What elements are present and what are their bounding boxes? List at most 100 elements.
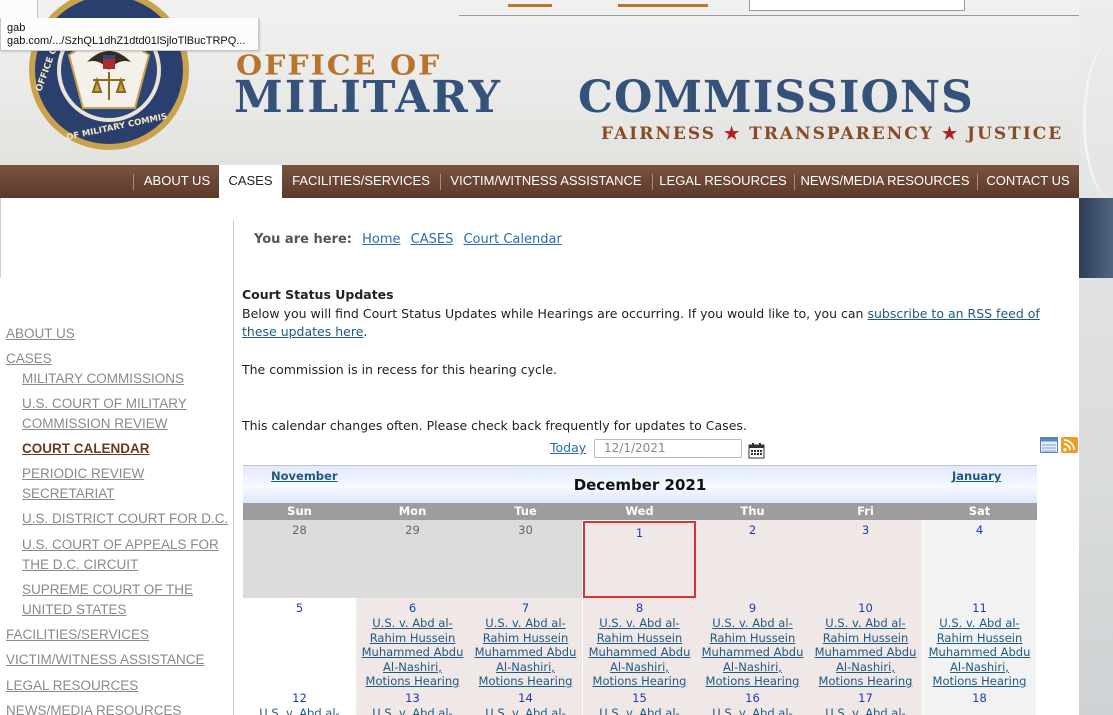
nav-separator — [440, 174, 441, 190]
day-number: 1 — [635, 526, 644, 540]
star-icon: ★ — [723, 124, 742, 144]
calendar-day[interactable]: 6 U.S. v. Abd al-Rahim Hussein Muhammed A… — [356, 598, 469, 688]
sidebar-item-news-media[interactable]: NEWS/MEDIA RESOURCES — [6, 701, 182, 715]
date-picker-input[interactable]: 12/1/2021 — [594, 439, 742, 458]
hearing-event-link[interactable]: U.S. v. Abd al- — [696, 706, 809, 715]
calendar-day[interactable]: 15 U.S. v. Abd al- — [583, 688, 696, 715]
sidebar-item-about-us[interactable]: ABOUT US — [6, 324, 75, 344]
breadcrumb: You are here: Home CASES Court Calendar — [254, 232, 562, 247]
sidebar-item-uscmcr[interactable]: U.S. COURT OF MILITARY — [22, 394, 187, 414]
day-number: 2 — [748, 523, 757, 537]
hearing-event-link[interactable]: U.S. v. Abd al-Rahim Hussein Muhammed Ab… — [809, 616, 922, 689]
hearing-event-link[interactable]: U.S. v. Abd al-Rahim Hussein Muhammed Ab… — [469, 616, 582, 689]
nav-legal-resources[interactable]: LEGAL RESOURCES — [654, 165, 792, 198]
sidebar-item-court-of-appeals[interactable]: U.S. COURT OF APPEALS FOR — [22, 535, 219, 555]
nav-separator — [133, 174, 134, 190]
nav-about-us[interactable]: ABOUT US — [137, 165, 217, 198]
nav-facilities-services[interactable]: FACILITIES/SERVICES — [284, 165, 438, 198]
calendar-day[interactable]: 16 U.S. v. Abd al- — [696, 688, 809, 715]
calendar-day[interactable]: 7 U.S. v. Abd al-Rahim Hussein Muhammed A… — [469, 598, 582, 688]
sidebar-item-court-calendar[interactable]: COURT CALENDAR — [22, 439, 150, 459]
calendar-day[interactable]: 28 — [243, 520, 356, 598]
top-utility-link[interactable] — [618, 4, 708, 7]
tooltip-notch — [0, 0, 38, 18]
hearing-event-link[interactable]: U.S. v. Abd al- — [356, 706, 469, 715]
sidebar-item-supreme-court[interactable]: UNITED STATES — [22, 600, 127, 620]
calendar-day[interactable]: 11 U.S. v. Abd al-Rahim Hussein Muhammed … — [923, 598, 1036, 688]
calendar-day[interactable]: 17 U.S. v. Abd al- — [809, 688, 922, 715]
calendar-day[interactable]: 18 — [923, 688, 1036, 715]
weekday-label: Sun — [287, 504, 312, 518]
weekday-label: Wed — [625, 504, 654, 518]
breadcrumb-home[interactable]: Home — [362, 232, 400, 247]
header-military: MILITARY — [234, 72, 502, 123]
weekday-label: Tue — [514, 504, 537, 518]
calendar-day[interactable]: 2 — [696, 520, 809, 598]
sidebar-item-cases[interactable]: CASES — [6, 349, 52, 369]
calendar-day[interactable]: 8 U.S. v. Abd al-Rahim Hussein Muhammed A… — [583, 598, 696, 688]
today-button[interactable]: Today — [550, 440, 586, 455]
search-input[interactable] — [749, 0, 965, 11]
nav-cases[interactable]: CASES — [219, 165, 282, 198]
sidebar-edge — [0, 198, 1, 278]
breadcrumb-cases[interactable]: CASES — [411, 232, 454, 247]
sidebar-divider — [233, 220, 234, 715]
sidebar-item-victim-witness[interactable]: VICTIM/WITNESS ASSISTANCE — [6, 650, 205, 670]
day-number: 5 — [295, 601, 304, 615]
hearing-event-link[interactable]: U.S. v. Abd al-Rahim Hussein Muhammed Ab… — [356, 616, 469, 689]
sidebar-item-supreme-court[interactable]: SUPREME COURT OF THE — [22, 580, 193, 600]
calendar-day[interactable]: 10 U.S. v. Abd al-Rahim Hussein Muhammed … — [809, 598, 922, 688]
weekday-label: Mon — [398, 504, 427, 518]
calendar-day-today[interactable]: 1 — [583, 521, 696, 598]
calendar-title: December 2021 — [573, 476, 707, 494]
hearing-event-link[interactable]: U.S. v. Abd al- — [809, 706, 922, 715]
header-topline — [459, 15, 1079, 16]
nav-separator — [794, 174, 795, 190]
sidebar-item-military-commissions[interactable]: MILITARY COMMISSIONS — [22, 369, 184, 389]
day-number: 18 — [972, 691, 987, 705]
hearing-event-link[interactable]: U.S. v. Abd al- — [243, 706, 356, 715]
day-number: 3 — [861, 523, 870, 537]
tagline-justice: JUSTICE — [967, 124, 1064, 144]
sidebar-item-district-court[interactable]: U.S. DISTRICT COURT FOR D.C. — [22, 509, 228, 529]
hearing-event-link[interactable]: U.S. v. Abd al-Rahim Hussein Muhammed Ab… — [923, 616, 1036, 689]
rss-icon[interactable] — [1061, 437, 1078, 453]
next-month-link[interactable]: January — [952, 469, 1001, 483]
breadcrumb-court-calendar[interactable]: Court Calendar — [463, 232, 561, 247]
sidebar-item-uscmcr[interactable]: COMMISSION REVIEW — [22, 414, 168, 434]
sidebar-item-periodic-review[interactable]: SECRETARIAT — [22, 484, 115, 504]
calendar-day[interactable]: 5 — [243, 598, 356, 688]
intro-text: Below you will find Court Status Updates… — [242, 306, 868, 321]
calendar-notice: This calendar changes often. Please chec… — [242, 418, 747, 433]
calendar-day[interactable]: 12 U.S. v. Abd al- — [243, 688, 356, 715]
calendar-day[interactable]: 3 — [809, 520, 922, 598]
calendar-day[interactable]: 4 — [923, 520, 1036, 598]
month-calendar: November December 2021 January Sun Mon T… — [243, 465, 1037, 715]
day-number: 14 — [518, 691, 533, 705]
calendar-day[interactable]: 29 — [356, 520, 469, 598]
calendar-day[interactable]: 14 U.S. v. Abd al- — [469, 688, 582, 715]
sidebar-item-periodic-review[interactable]: PERIODIC REVIEW — [22, 464, 144, 484]
sidebar-item-legal-resources[interactable]: LEGAL RESOURCES — [6, 676, 138, 696]
day-number: 17 — [858, 691, 873, 705]
sidebar-item-facilities[interactable]: FACILITIES/SERVICES — [6, 625, 149, 645]
calendar-day[interactable]: 13 U.S. v. Abd al- — [356, 688, 469, 715]
hearing-event-link[interactable]: U.S. v. Abd al-Rahim Hussein Muhammed Ab… — [583, 616, 696, 689]
sidebar-item-court-of-appeals[interactable]: THE D.C. CIRCUIT — [22, 555, 138, 575]
calendar-view-icon[interactable] — [1040, 437, 1058, 453]
tagline-transparency: TRANSPARENCY — [749, 124, 934, 144]
calendar-icon[interactable] — [748, 442, 765, 459]
background-edge — [1079, 0, 1113, 715]
hearing-event-link[interactable]: U.S. v. Abd al- — [469, 706, 582, 715]
hearing-event-link[interactable]: U.S. v. Abd al-Rahim Hussein Muhammed Ab… — [696, 616, 809, 689]
day-number: 30 — [518, 523, 533, 537]
calendar-day[interactable]: 30 — [469, 520, 582, 598]
top-utility-link[interactable] — [508, 4, 552, 7]
nav-victim-witness[interactable]: VICTIM/WITNESS ASSISTANCE — [442, 165, 650, 198]
intro-end: . — [363, 324, 368, 339]
nav-news-media[interactable]: NEWS/MEDIA RESOURCES — [796, 165, 974, 198]
calendar-day[interactable]: 9 U.S. v. Abd al-Rahim Hussein Muhammed A… — [696, 598, 809, 688]
hearing-event-link[interactable]: U.S. v. Abd al- — [583, 706, 696, 715]
day-number: 8 — [635, 601, 644, 615]
nav-contact-us[interactable]: CONTACT US — [979, 165, 1077, 198]
